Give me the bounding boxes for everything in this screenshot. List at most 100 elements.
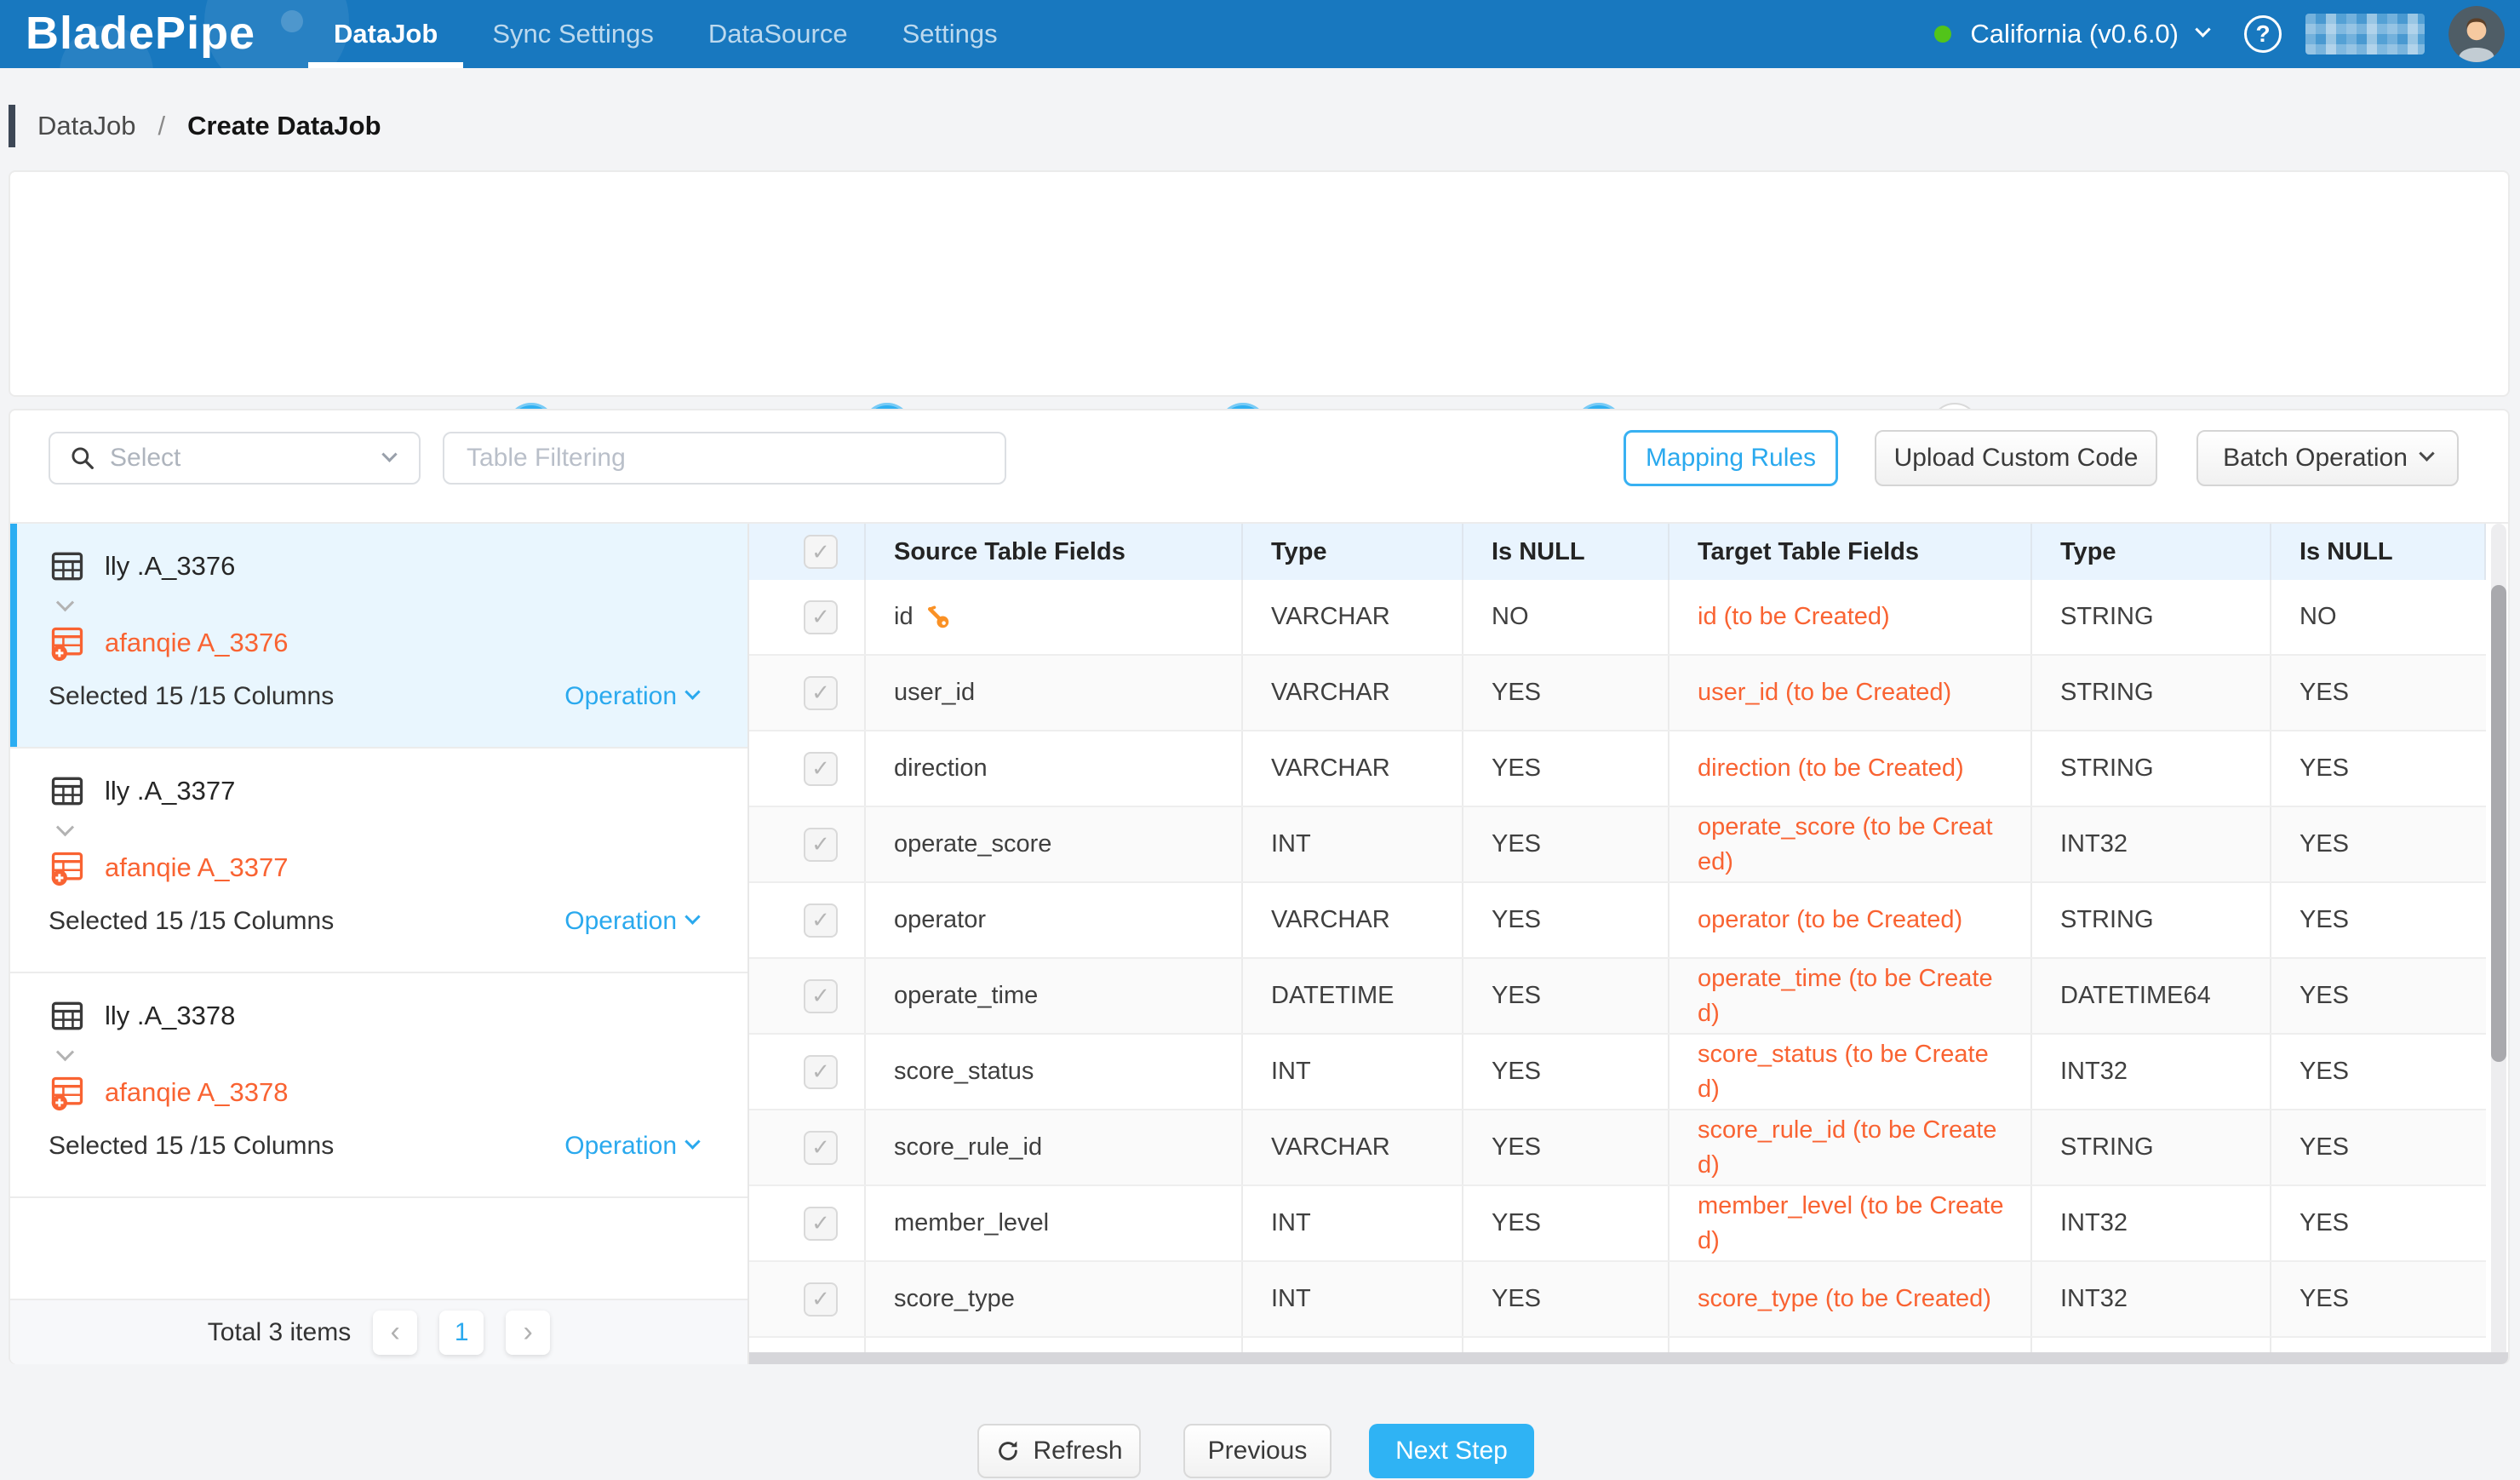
source-field-name: operate_time <box>866 959 1243 1033</box>
pagination-footer: Total 3 items ‹ 1 › <box>10 1299 747 1364</box>
status-dot-icon <box>1934 26 1951 43</box>
horizontal-scrollbar[interactable] <box>749 1352 2508 1364</box>
operation-dropdown[interactable]: Operation <box>564 907 698 936</box>
target-field-type: STRING <box>2032 656 2271 730</box>
source-field-type: INT <box>1243 1262 1463 1336</box>
source-table-name: lly .A_3378 <box>105 1001 235 1031</box>
prev-page-button[interactable]: ‹ <box>373 1311 417 1355</box>
target-table-icon <box>49 849 86 886</box>
row-checkbox[interactable] <box>804 676 838 710</box>
source-field-nullable: YES <box>1463 656 1670 730</box>
target-table-name: afanqie A_3376 <box>105 628 289 658</box>
page-number-button[interactable]: 1 <box>439 1311 484 1355</box>
avatar[interactable] <box>2448 6 2505 62</box>
field-row: member_level INT YES member_level (to be… <box>749 1186 2486 1262</box>
source-field-name: operate_score <box>866 807 1243 881</box>
target-field-nullable: YES <box>2271 959 2486 1033</box>
table-select-dropdown[interactable]: Select <box>49 432 421 485</box>
next-page-button[interactable]: › <box>506 1311 550 1355</box>
app-logo[interactable]: BladePipe <box>26 7 255 60</box>
chevron-down-icon <box>381 446 397 462</box>
field-row: score_status INT YES score_status (to be… <box>749 1035 2486 1110</box>
total-items-label: Total 3 items <box>208 1318 351 1347</box>
table-list-panel: lly .A_3376 afanqie A_3376 <box>10 524 749 1364</box>
top-nav: BladePipe DataJob Sync Settings DataSour… <box>0 0 2520 68</box>
source-field-name: id <box>894 603 914 631</box>
target-field-type: INT32 <box>2032 807 2271 881</box>
row-checkbox[interactable] <box>804 1131 838 1165</box>
table-list-item[interactable]: lly .A_3377 afanqie A_3377 <box>10 749 747 973</box>
select-all-checkbox[interactable] <box>804 535 838 569</box>
avatar-image <box>2448 6 2505 62</box>
target-field-name: score_rule_id (to be Created) <box>1670 1110 2032 1185</box>
nav-decor-bubble <box>281 10 303 32</box>
operation-dropdown[interactable]: Operation <box>564 1132 698 1161</box>
table-header-row: Source Table Fields Type Is NULL Target … <box>749 524 2486 580</box>
source-field-nullable: YES <box>1463 731 1670 806</box>
main-card: Select Mapping Rules Upload Custom Code … <box>9 409 2510 1364</box>
field-row: operate_score INT YES operate_score (to … <box>749 807 2486 883</box>
row-checkbox[interactable] <box>804 1207 838 1241</box>
source-field-nullable: YES <box>1463 959 1670 1033</box>
target-field-type: STRING <box>2032 1110 2271 1185</box>
row-checkbox[interactable] <box>804 828 838 862</box>
stepper-card: ✓ ✓ ✓ 4 5 DataSource Properties Tables D… <box>9 170 2510 397</box>
target-field-nullable: YES <box>2271 883 2486 957</box>
field-mapping-table: Source Table Fields Type Is NULL Target … <box>749 524 2508 1364</box>
table-filter-input[interactable] <box>443 432 1006 485</box>
help-icon[interactable]: ? <box>2244 15 2282 53</box>
field-row: operator VARCHAR YES operator (to be Cre… <box>749 883 2486 959</box>
nav-item-settings[interactable]: Settings <box>902 0 998 68</box>
batch-operation-button[interactable]: Batch Operation <box>2196 430 2459 486</box>
collapse-chevron-icon[interactable] <box>59 1048 698 1065</box>
target-table-name: afanqie A_3377 <box>105 852 289 883</box>
row-checkbox[interactable] <box>804 600 838 634</box>
nav-item-datasource[interactable]: DataSource <box>708 0 848 68</box>
source-field-name: direction <box>866 731 1243 806</box>
target-field-name: user_id (to be Created) <box>1670 656 2032 730</box>
target-field-nullable: YES <box>2271 1110 2486 1185</box>
breadcrumb-separator: / <box>158 111 165 141</box>
target-table-icon <box>49 624 86 662</box>
mapping-rules-button[interactable]: Mapping Rules <box>1624 430 1838 486</box>
target-field-name: operate_time (to be Created) <box>1670 959 2032 1033</box>
table-list-item[interactable]: lly .A_3378 afanqie A_3378 <box>10 973 747 1198</box>
nav-item-sync-settings[interactable]: Sync Settings <box>492 0 654 68</box>
table-list-item[interactable]: lly .A_3376 afanqie A_3376 <box>10 524 747 749</box>
row-checkbox[interactable] <box>804 903 838 938</box>
vertical-scrollbar-thumb[interactable] <box>2491 585 2506 1062</box>
selected-columns-label: Selected 15 /15 Columns <box>49 907 334 936</box>
environment-selector[interactable]: California (v0.6.0) <box>1970 19 2179 49</box>
source-field-nullable: YES <box>1463 883 1670 957</box>
target-field-name: score_type (to be Created) <box>1670 1262 2032 1336</box>
source-table-icon <box>49 548 86 585</box>
refresh-button[interactable]: Refresh <box>977 1424 1141 1478</box>
source-field-nullable: YES <box>1463 1186 1670 1260</box>
row-checkbox[interactable] <box>804 752 838 786</box>
operation-dropdown[interactable]: Operation <box>564 682 698 711</box>
previous-button[interactable]: Previous <box>1183 1424 1332 1478</box>
source-field-type: DATETIME <box>1243 959 1463 1033</box>
source-field-nullable: YES <box>1463 1110 1670 1185</box>
next-step-button[interactable]: Next Step <box>1369 1424 1534 1478</box>
chevron-down-icon[interactable] <box>2195 21 2210 37</box>
nav-right: California (v0.6.0) ? <box>1934 0 2505 68</box>
target-field-nullable: YES <box>2271 1186 2486 1260</box>
source-field-type: VARCHAR <box>1243 883 1463 957</box>
breadcrumb-parent[interactable]: DataJob <box>37 111 135 141</box>
row-checkbox[interactable] <box>804 1282 838 1317</box>
upload-custom-code-button[interactable]: Upload Custom Code <box>1875 430 2157 486</box>
collapse-chevron-icon[interactable] <box>59 599 698 616</box>
selected-columns-label: Selected 15 /15 Columns <box>49 682 334 711</box>
nav-item-datajob[interactable]: DataJob <box>334 0 438 68</box>
col-header-type: Type <box>2032 524 2271 580</box>
col-header-isnull: Is NULL <box>2271 524 2486 580</box>
source-table-icon <box>49 772 86 810</box>
field-row: direction VARCHAR YES direction (to be C… <box>749 731 2486 807</box>
row-checkbox[interactable] <box>804 1055 838 1089</box>
row-checkbox[interactable] <box>804 979 838 1013</box>
panel-spacer <box>10 1198 747 1299</box>
source-table-icon <box>49 997 86 1035</box>
col-header-type: Type <box>1243 524 1463 580</box>
collapse-chevron-icon[interactable] <box>59 823 698 840</box>
